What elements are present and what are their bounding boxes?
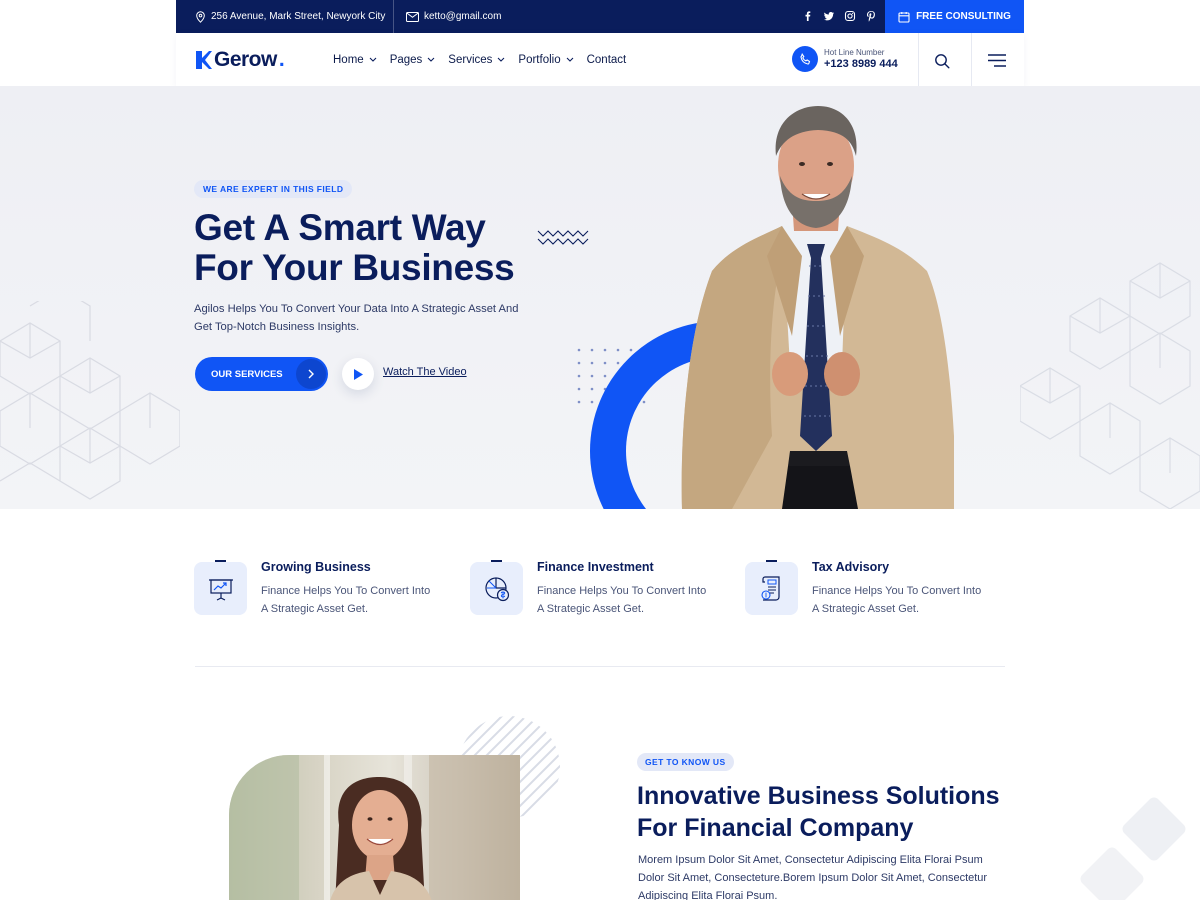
- feature-title: Finance Investment: [537, 560, 654, 574]
- topbar-divider: [393, 0, 394, 33]
- mail-icon: [406, 11, 419, 22]
- chevron-down-icon: [498, 57, 505, 62]
- free-consulting-button[interactable]: FREE CONSULTING: [885, 0, 1024, 33]
- calendar-icon: [898, 11, 910, 23]
- nav-item-contact[interactable]: Contact: [587, 54, 627, 66]
- features-row: Growing Business Finance Helps You To Co…: [194, 560, 1004, 620]
- nav-item-pages[interactable]: Pages: [390, 54, 436, 66]
- twitter-icon[interactable]: [823, 10, 835, 22]
- pinterest-icon[interactable]: [865, 10, 877, 22]
- feature-description: Finance Helps You To Convert Into A Stra…: [537, 585, 707, 615]
- logo-mark-icon: [196, 51, 212, 69]
- businessman-image: [681, 106, 954, 509]
- about-text: Morem Ipsum Dolor Sit Amet, Consectetur …: [638, 854, 988, 900]
- feature-card-growing-business[interactable]: Growing Business Finance Helps You To Co…: [194, 560, 444, 620]
- cube-pattern-decoration: [1020, 262, 1200, 509]
- feature-description: Finance Helps You To Convert Into A Stra…: [261, 585, 431, 615]
- logo[interactable]: Gerow.: [196, 48, 285, 72]
- hero-title: Get A Smart Way For Your Business: [194, 207, 515, 288]
- logo-text: Gerow: [214, 48, 277, 71]
- hero-title-line: Get A Smart Way: [194, 207, 486, 248]
- nav-item-label: Pages: [389, 53, 423, 66]
- instagram-icon[interactable]: [844, 10, 856, 22]
- main-navbar: Gerow. Home Pages Services Portfolio Con…: [176, 33, 1024, 86]
- hero-subtitle: Agilos Helps You To Convert Your Data In…: [194, 303, 519, 333]
- main-menu: Home Pages Services Portfolio Contact: [333, 33, 626, 86]
- nav-divider: [918, 33, 919, 86]
- hamburger-menu-icon[interactable]: [988, 54, 1006, 67]
- hero-title-line: For Your Business: [194, 247, 515, 288]
- businesswoman-image: [229, 755, 520, 900]
- location-pin-icon: [196, 10, 205, 23]
- hotline[interactable]: Hot Line Number +123 8989 444: [792, 46, 898, 72]
- address-text: 256 Avenue, Mark Street, Newyork City: [211, 11, 386, 22]
- logo-dot: .: [278, 48, 285, 71]
- social-links: [802, 10, 877, 22]
- nav-item-services[interactable]: Services: [448, 54, 505, 66]
- hero-badge: WE ARE EXPERT IN THIS FIELD: [194, 180, 353, 198]
- hotline-label: Hot Line Number: [824, 48, 885, 57]
- tax-document-icon: [745, 560, 798, 615]
- chevron-right-icon: [296, 359, 326, 389]
- nav-item-label: Services: [448, 53, 493, 66]
- our-services-button[interactable]: OUR SERVICES: [195, 357, 328, 391]
- nav-item-label: Portfolio: [518, 53, 561, 66]
- cube-pattern-decoration: [0, 301, 180, 500]
- diamond-shapes-decoration: [1080, 797, 1186, 900]
- presentation-chart-icon: [194, 560, 247, 615]
- nav-item-portfolio[interactable]: Portfolio: [518, 54, 573, 66]
- section-divider: [195, 666, 1005, 667]
- chevron-down-icon: [427, 57, 435, 62]
- chevron-down-icon: [566, 57, 573, 62]
- feature-title: Growing Business: [261, 560, 371, 574]
- watch-video-link[interactable]: Watch The Video: [383, 366, 467, 378]
- feature-description: Finance Helps You To Convert Into A Stra…: [812, 585, 982, 615]
- play-video-button[interactable]: [342, 358, 374, 390]
- top-bar: 256 Avenue, Mark Street, Newyork City ke…: [176, 0, 1024, 33]
- nav-divider: [971, 33, 972, 86]
- nav-item-home[interactable]: Home: [333, 54, 377, 66]
- facebook-icon[interactable]: [802, 10, 814, 22]
- address-info: 256 Avenue, Mark Street, Newyork City: [195, 0, 385, 33]
- nav-item-label: Contact: [586, 53, 627, 66]
- our-services-label: OUR SERVICES: [211, 368, 283, 380]
- feature-card-finance-investment[interactable]: Finance Investment Finance Helps You To …: [470, 560, 720, 620]
- feature-title: Tax Advisory: [812, 560, 890, 574]
- search-icon[interactable]: [934, 53, 950, 69]
- about-title: Innovative Business Solutions For Financ…: [637, 780, 1000, 844]
- email-info[interactable]: ketto@gmail.com: [406, 0, 501, 33]
- feature-card-tax-advisory[interactable]: Tax Advisory Finance Helps You To Conver…: [745, 560, 995, 620]
- pie-chart-dollar-icon: [470, 560, 523, 615]
- about-badge: GET TO KNOW US: [637, 753, 734, 771]
- nav-item-label: Home: [333, 53, 364, 66]
- chevron-down-icon: [369, 57, 377, 62]
- hero-section: WE ARE EXPERT IN THIS FIELD Get A Smart …: [0, 86, 1200, 509]
- phone-icon: [792, 46, 818, 72]
- about-title-line: For Financial Company: [637, 814, 914, 842]
- about-title-line: Innovative Business Solutions: [637, 782, 1000, 810]
- email-text[interactable]: ketto@gmail.com: [424, 11, 501, 22]
- play-icon: [353, 368, 363, 380]
- hotline-number[interactable]: +123 8989 444: [824, 58, 898, 70]
- zigzag-decoration: [537, 230, 589, 245]
- free-consulting-label: FREE CONSULTING: [916, 11, 1011, 22]
